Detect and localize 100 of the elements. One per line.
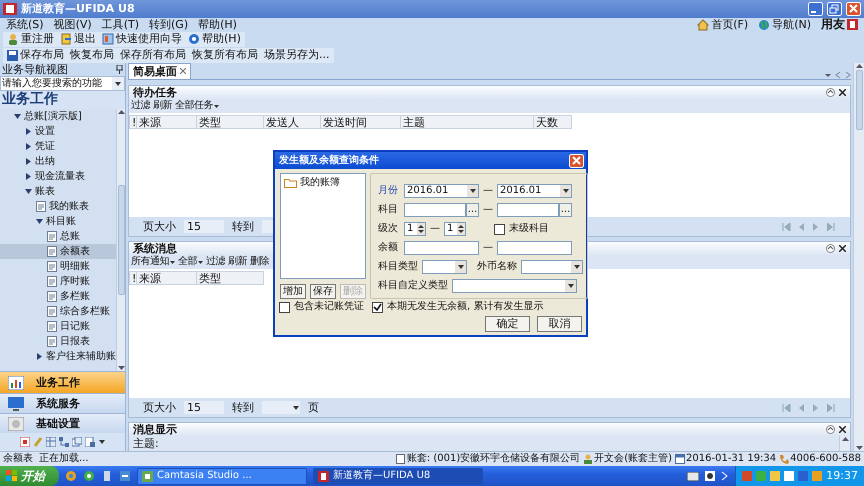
dropdown-field[interactable]: 2016.01: [404, 184, 479, 198]
column-header[interactable]: 发送时间: [321, 115, 401, 129]
tab[interactable]: 简易桌面: [128, 62, 191, 79]
toolbar-button[interactable]: 恢复所有布局: [192, 48, 258, 62]
column-header[interactable]: 类型: [197, 115, 264, 129]
app-icon[interactable]: [65, 470, 77, 482]
toolbar-button[interactable]: 删除: [250, 256, 269, 268]
toolbar-button[interactable]: 退出: [74, 32, 96, 46]
browse-button[interactable]: ...: [559, 203, 572, 217]
scrollbar[interactable]: [839, 436, 850, 452]
collapse-icon[interactable]: [826, 244, 835, 253]
toolbar-button[interactable]: 场景另存为...: [264, 48, 330, 62]
grid-icon[interactable]: [46, 437, 56, 447]
scrollbar[interactable]: [853, 63, 864, 451]
collapse-icon[interactable]: [826, 88, 835, 97]
dropdown-arrow-icon[interactable]: [98, 438, 106, 446]
menu-item[interactable]: 帮助(H): [198, 18, 237, 32]
toolbar-button[interactable]: 所有通知: [131, 256, 175, 268]
module-button[interactable]: 业务工作: [0, 371, 125, 393]
menu-item[interactable]: 转到(G): [149, 18, 188, 32]
taskbar-button[interactable]: Camtasia Studio ...: [137, 468, 307, 484]
nav-link[interactable]: 首页(F): [711, 18, 748, 32]
toolbar-button[interactable]: 刷新: [228, 256, 247, 268]
page-size-field[interactable]: 15: [184, 400, 224, 414]
module-button[interactable]: 系统服务: [0, 393, 125, 413]
toolbar-button[interactable]: 全部任务: [175, 100, 219, 112]
column-header[interactable]: 来源: [137, 271, 197, 285]
column-header[interactable]: 主题: [401, 115, 534, 129]
restore-icon[interactable]: [827, 2, 842, 16]
dialog-button[interactable]: 取消: [537, 316, 582, 332]
browser-icon[interactable]: [83, 470, 95, 482]
tree-item[interactable]: 科目账: [0, 214, 116, 229]
list-button[interactable]: 保存: [310, 284, 336, 299]
tree-icon[interactable]: [58, 437, 68, 447]
toolbar-button[interactable]: 过滤: [206, 256, 225, 268]
toolbar-button[interactable]: 过滤: [131, 100, 150, 112]
tree-item[interactable]: 凭证: [0, 139, 116, 154]
nav-link[interactable]: 导航(N): [772, 18, 811, 32]
toolbar-button[interactable]: 恢复布局: [70, 48, 114, 62]
close-icon[interactable]: [839, 426, 846, 433]
dropdown-field[interactable]: [521, 260, 583, 274]
tray-icons-drawing[interactable]: [742, 470, 822, 482]
toolbar-button[interactable]: 保存布局: [20, 48, 64, 62]
tree-item[interactable]: 明细账: [0, 259, 116, 274]
input-field[interactable]: [497, 203, 559, 217]
menu-item[interactable]: 视图(V): [54, 18, 92, 32]
toolbar-button[interactable]: 帮助(H): [202, 32, 241, 46]
tree-item[interactable]: 总账[演示版]: [0, 109, 116, 124]
tree-item[interactable]: 日报表: [0, 334, 116, 349]
input-field[interactable]: [497, 241, 572, 255]
list-item[interactable]: 我的账簿: [300, 177, 340, 189]
taskbar-button[interactable]: 新道教育—UFIDA U8: [313, 468, 483, 484]
page-dropdown[interactable]: [262, 401, 300, 414]
copy-icon[interactable]: [72, 437, 82, 447]
column-header[interactable]: 类型: [197, 271, 264, 285]
column-header[interactable]: !: [129, 115, 137, 129]
browse-button[interactable]: ...: [466, 203, 479, 217]
spin-field[interactable]: 1: [404, 222, 426, 236]
tree-item[interactable]: 总账: [0, 229, 116, 244]
toolbar-button[interactable]: 快速使用向导: [116, 32, 182, 46]
column-header[interactable]: 天数: [534, 115, 572, 129]
tree-item[interactable]: 我的账表: [0, 199, 116, 214]
tree-item[interactable]: 设置: [0, 124, 116, 139]
dialog-button[interactable]: 确定: [485, 316, 530, 332]
toolbar-button[interactable]: 保存所有布局: [120, 48, 186, 62]
input-field[interactable]: [404, 203, 466, 217]
minimize-icon[interactable]: [808, 2, 823, 16]
tree-item[interactable]: 序时账: [0, 274, 116, 289]
tree-item[interactable]: 账表: [0, 184, 116, 199]
tree-item[interactable]: 日记账: [0, 319, 116, 334]
dropdown-arrow-icon[interactable]: [114, 80, 122, 88]
menu-item[interactable]: 系统(S): [6, 18, 44, 32]
dropdown-field[interactable]: 2016.01: [497, 184, 572, 198]
dropdown-field[interactable]: [422, 260, 467, 274]
close-icon[interactable]: [839, 89, 846, 96]
tab-scroll-icon[interactable]: [825, 71, 851, 79]
checkbox[interactable]: [372, 302, 383, 312]
tree-item[interactable]: 现金流量表: [0, 169, 116, 184]
close-icon[interactable]: [839, 245, 846, 252]
toolbar-button[interactable]: 全部: [178, 256, 203, 268]
page-size-field[interactable]: 15: [184, 220, 224, 234]
search-field[interactable]: 请输入您要搜索的功能: [0, 76, 125, 91]
stop-icon[interactable]: [20, 437, 30, 447]
pin-icon[interactable]: [116, 65, 123, 74]
scrollbar[interactable]: [116, 109, 125, 371]
toolbar-button[interactable]: 刷新: [153, 100, 172, 112]
dropdown-field[interactable]: [452, 279, 577, 293]
checkbox[interactable]: [494, 224, 505, 234]
window-icon[interactable]: [119, 470, 131, 482]
column-header[interactable]: 来源: [137, 115, 197, 129]
tree-item[interactable]: 出纳: [0, 154, 116, 169]
column-header[interactable]: !: [129, 271, 137, 285]
menu-item[interactable]: 工具(T): [102, 18, 139, 32]
tree-item[interactable]: 综合多栏账: [0, 304, 116, 319]
chevron-icon[interactable]: [721, 471, 730, 481]
tree-item[interactable]: 多栏账: [0, 289, 116, 304]
tree-item[interactable]: 余额表: [0, 244, 116, 259]
collapse-icon[interactable]: [826, 425, 835, 434]
list-button[interactable]: 增加: [280, 284, 306, 299]
column-header[interactable]: 发送人: [264, 115, 321, 129]
